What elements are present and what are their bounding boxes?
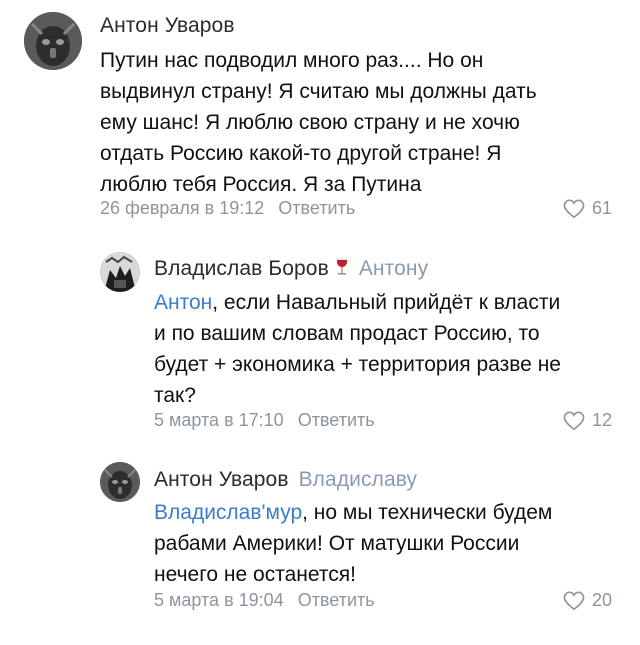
text-line: выдвинул страну! Я считаю мы должны дать [100, 80, 537, 103]
comment-date[interactable]: 26 февраля в 19:12 [100, 198, 264, 218]
comment-author[interactable]: Антон Уваров [100, 14, 235, 38]
author-name[interactable]: Антон Уваров [154, 468, 289, 491]
author-name[interactable]: Владислав Боров [154, 257, 329, 280]
avatar[interactable] [24, 12, 82, 70]
comment-date[interactable]: 5 марта в 17:10 [154, 410, 284, 430]
reply-button[interactable]: Ответить [298, 410, 375, 430]
reply-button[interactable]: Ответить [298, 590, 375, 610]
text-line: и по вашим словам продаст Россию, то [154, 322, 540, 345]
comment-text: Антон, если Навальный прийдёт к власти и… [154, 287, 624, 411]
reply-button[interactable]: Ответить [278, 198, 355, 218]
like-button[interactable]: 61 [563, 198, 612, 219]
like-count: 20 [591, 590, 612, 610]
text-line: Антон, если Навальный прийдёт к власти [154, 287, 624, 318]
heart-icon [563, 591, 585, 610]
mention-link[interactable]: Владислав'мур [154, 501, 302, 524]
text-fragment: , если Навальный прийдёт к власти [212, 291, 561, 314]
wine-glass-icon [335, 257, 349, 283]
text-line: Владислав'мур, но мы технически будем [154, 497, 624, 528]
like-button[interactable]: 20 [563, 590, 612, 611]
heart-icon [563, 199, 585, 218]
comment-author: Антон Уваров Владиславу [154, 468, 417, 492]
avatar-image [100, 252, 140, 292]
like-count: 61 [591, 198, 612, 218]
reply-to-label[interactable]: Владиславу [299, 468, 418, 491]
text-line: будет + экономика + территория разве не [154, 353, 561, 376]
avatar[interactable] [100, 462, 140, 502]
comment-meta: 5 марта в 17:10 Ответить [154, 410, 375, 431]
text-line: так? [154, 384, 196, 407]
comment-meta: 26 февраля в 19:12 Ответить [100, 198, 355, 219]
text-fragment: , но мы технически будем [302, 501, 553, 524]
text-line: ему шанс! Я люблю свою страну и не хочю [100, 111, 520, 134]
reply-to-label[interactable]: Антону [359, 257, 428, 280]
text-line: люблю тебя Россия. Я за Путина [100, 173, 422, 196]
comment-author: Владислав Боров Антону [154, 257, 428, 283]
text-line: нечего не останется! [154, 563, 356, 586]
comment-text: Владислав'мур, но мы технически будем ра… [154, 497, 624, 590]
comment-meta: 5 марта в 19:04 Ответить [154, 590, 375, 611]
comment-text: Путин нас подводил много раз.... Но он в… [100, 45, 610, 200]
comment-date[interactable]: 5 марта в 19:04 [154, 590, 284, 610]
heart-icon [563, 411, 585, 430]
avatar-image [24, 12, 82, 70]
like-button[interactable]: 12 [563, 410, 612, 431]
text-line: рабами Америки! От матушки России [154, 532, 520, 555]
mention-link[interactable]: Антон [154, 291, 212, 314]
text-line: Путин нас подводил много раз.... Но он [100, 49, 484, 72]
author-name[interactable]: Антон Уваров [100, 14, 235, 37]
text-line: отдать Россию какой-то другой стране! Я [100, 142, 502, 165]
like-count: 12 [591, 410, 612, 430]
avatar-image [100, 462, 140, 502]
avatar[interactable] [100, 252, 140, 292]
